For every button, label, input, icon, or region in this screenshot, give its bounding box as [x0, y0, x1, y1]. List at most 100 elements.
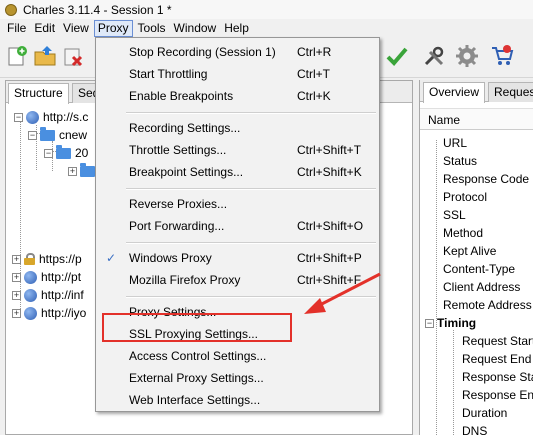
window-title: Charles 3.11.4 - Session 1 * [23, 2, 172, 17]
globe-icon [24, 270, 37, 284]
name-column-header[interactable]: Name [420, 108, 533, 130]
menu-item-shortcut: Ctrl+Shift+K [297, 165, 362, 179]
menu-item-shortcut: Ctrl+Shift+P [297, 251, 362, 265]
right-tab-strip: Overview Reques [420, 80, 533, 103]
menu-item-external-proxy-settings[interactable]: External Proxy Settings... [96, 367, 379, 389]
menu-edit[interactable]: Edit [31, 20, 58, 37]
shopping-cart-icon[interactable] [490, 44, 514, 68]
tree-row[interactable]: + http://iyo [12, 304, 86, 322]
tree-label: http://inf [41, 288, 84, 302]
tree-label: http://s.c [43, 110, 89, 124]
tree-row[interactable]: + http://pt [12, 268, 81, 286]
collapse-icon[interactable]: − [28, 130, 37, 140]
globe-icon [24, 288, 37, 302]
tree-row[interactable]: + http://inf [12, 286, 84, 304]
tools-icon[interactable] [422, 44, 446, 68]
menu-window[interactable]: Window [171, 20, 220, 37]
tree-row[interactable]: − 20 [44, 144, 88, 162]
menu-item-access-control-settings[interactable]: Access Control Settings... [96, 345, 379, 367]
menu-item-shortcut: Ctrl+R [297, 45, 332, 59]
menu-item-port-forwarding[interactable]: Port Forwarding... Ctrl+Shift+O [96, 215, 379, 237]
overview-row[interactable]: Method [443, 224, 483, 242]
expand-icon[interactable]: + [12, 272, 21, 282]
close-session-icon[interactable] [61, 44, 85, 68]
timing-row[interactable]: DNS [462, 422, 487, 435]
overview-row[interactable]: Protocol [443, 188, 487, 206]
menu-item-breakpoint-settings[interactable]: Breakpoint Settings... Ctrl+Shift+K [96, 161, 379, 183]
menu-item-label: Reverse Proxies... [129, 197, 228, 211]
menu-item-label: Access Control Settings... [129, 349, 267, 363]
menu-item-throttle-settings[interactable]: Throttle Settings... Ctrl+Shift+T [96, 139, 379, 161]
timing-row[interactable]: Request Start [462, 332, 533, 350]
collapse-icon[interactable]: − [44, 148, 53, 158]
globe-icon [26, 110, 39, 124]
menu-file[interactable]: File [4, 20, 29, 37]
tree-label: 20 [75, 146, 89, 160]
menu-item-recording-settings[interactable]: Recording Settings... [96, 117, 379, 139]
menu-item-label: Mozilla Firefox Proxy [129, 273, 241, 287]
checkmark-icon: ✓ [106, 251, 117, 265]
tree-row[interactable]: − cnew [28, 126, 87, 144]
menu-item-label: Recording Settings... [129, 121, 241, 135]
overview-row[interactable]: Client Address [443, 278, 520, 296]
menu-item-start-throttling[interactable]: Start Throttling Ctrl+T [96, 63, 379, 85]
tree-label: https://p [39, 252, 82, 266]
menu-item-label: Port Forwarding... [129, 219, 225, 233]
overview-row[interactable]: Remote Address [443, 296, 532, 314]
menu-item-shortcut: Ctrl+K [297, 89, 331, 103]
overview-panel: Overview Reques Name URL Status Response… [419, 80, 533, 435]
timing-row[interactable]: Response End [462, 386, 533, 404]
tree-row[interactable]: + https://p [12, 250, 82, 268]
timing-row[interactable]: Request End [462, 350, 531, 368]
timing-row[interactable]: Duration [462, 404, 507, 422]
timing-group[interactable]: − Timing [425, 314, 476, 332]
menu-separator [126, 188, 376, 190]
menu-view[interactable]: View [60, 20, 92, 37]
tab-overview[interactable]: Overview [423, 82, 486, 103]
menu-item-reverse-proxies[interactable]: Reverse Proxies... [96, 193, 379, 215]
tree-label: http://pt [41, 270, 82, 284]
validate-check-icon[interactable] [385, 44, 409, 68]
collapse-icon[interactable]: − [14, 112, 23, 122]
overview-row[interactable]: URL [443, 134, 467, 152]
timing-label: Timing [437, 316, 477, 330]
new-session-icon[interactable] [5, 44, 29, 68]
globe-icon [24, 306, 37, 320]
menu-item-label: Start Throttling [129, 67, 208, 81]
menu-bar: File Edit View Proxy Tools Window Help [0, 19, 533, 38]
menu-item-windows-proxy[interactable]: ✓ Windows Proxy Ctrl+Shift+P [96, 247, 379, 269]
expand-icon[interactable]: + [12, 308, 21, 318]
title-bar: Charles 3.11.4 - Session 1 * [0, 0, 533, 19]
expand-icon[interactable]: + [68, 166, 77, 176]
menu-item-enable-breakpoints[interactable]: Enable Breakpoints Ctrl+K [96, 85, 379, 107]
menu-item-web-interface-settings[interactable]: Web Interface Settings... [96, 389, 379, 411]
menu-item-label: Stop Recording (Session 1) [129, 45, 276, 59]
annotation-highlight-box [102, 313, 292, 342]
menu-item-stop-recording[interactable]: Stop Recording (Session 1) Ctrl+R [96, 41, 379, 63]
open-session-icon[interactable] [33, 44, 57, 68]
charles-logo-icon [5, 3, 17, 16]
menu-item-label: Windows Proxy [129, 251, 212, 265]
tab-structure[interactable]: Structure [8, 83, 69, 104]
folder-icon [80, 162, 95, 177]
overview-row[interactable]: Status [443, 152, 477, 170]
menu-help[interactable]: Help [221, 20, 252, 37]
expand-icon[interactable]: + [12, 254, 21, 264]
overview-row[interactable]: Response Code [443, 170, 529, 188]
collapse-icon[interactable]: − [425, 318, 434, 328]
menu-item-shortcut: Ctrl+T [297, 67, 330, 81]
menu-item-shortcut: Ctrl+Shift+T [297, 143, 362, 157]
settings-gear-icon[interactable] [455, 44, 479, 68]
expand-icon[interactable]: + [12, 290, 21, 300]
annotation-arrow-icon [304, 272, 381, 314]
overview-row[interactable]: SSL [443, 206, 466, 224]
menu-proxy[interactable]: Proxy [93, 20, 133, 37]
overview-row[interactable]: Kept Alive [443, 242, 496, 260]
tree-label: cnew [59, 128, 88, 142]
tab-request[interactable]: Reques [488, 82, 533, 102]
timing-row[interactable]: Response Start [462, 368, 533, 386]
tree-row[interactable]: − http://s.c [14, 108, 88, 126]
menu-tools[interactable]: Tools [135, 20, 169, 37]
menu-separator [126, 242, 376, 244]
overview-row[interactable]: Content-Type [443, 260, 515, 278]
